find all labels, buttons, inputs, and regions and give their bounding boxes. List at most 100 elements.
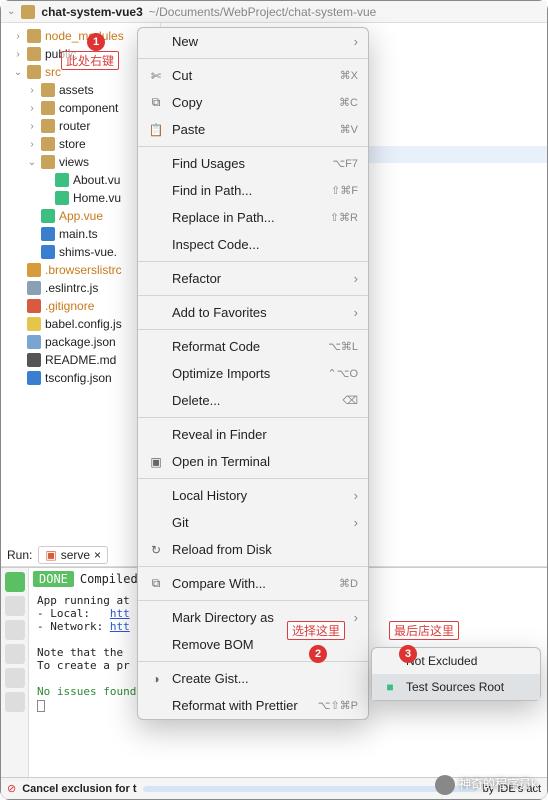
menu-item[interactable]: 📋Paste⌘V [138,116,368,143]
menu-item[interactable]: ✄Cut⌘X [138,62,368,89]
run-trash-icon[interactable] [5,692,25,712]
tree-item-label: .browserslistrc [45,263,122,277]
menu-item[interactable]: New › [138,28,368,55]
run-print-icon[interactable] [5,668,25,688]
breadcrumb: ⌄ chat-system-vue3 ~/Documents/WebProjec… [1,1,547,23]
terminal-cursor [37,700,45,712]
tree-item-label: .gitignore [45,299,94,313]
run-scroll-icon[interactable] [5,644,25,664]
menu-item-label: Find Usages [172,156,324,171]
menu-item-label: New [172,34,346,49]
menu-item[interactable]: Add to Favorites› [138,299,368,326]
file-icon [27,263,41,277]
menu-item[interactable]: Inspect Code... [138,231,368,258]
menu-item-label: Find in Path... [172,183,323,198]
run-side-toolbar[interactable] [1,568,29,781]
menu-item-shortcut: ⌥⇧⌘P [318,699,358,712]
submenu-item[interactable]: ■Test Sources Root [372,674,540,700]
menu-item[interactable]: ⧉Copy⌘C [138,89,368,116]
menu-item-icon: ◑ [148,672,164,686]
menu-item[interactable]: Optimize Imports⌃⌥O [138,360,368,387]
run-filter-icon[interactable] [5,620,25,640]
file-icon [27,353,41,367]
chevron-icon[interactable]: ⌄ [27,157,37,168]
tree-item-label: .eslintrc.js [45,281,98,295]
menu-item-icon: ↻ [148,543,164,557]
file-icon [27,299,41,313]
menu-item[interactable]: Git› [138,509,368,536]
menu-item[interactable]: Reformat with Prettier⌥⇧⌘P [138,692,368,719]
tree-item-label: package.json [45,335,116,349]
menu-item[interactable]: Find in Path... ⇧⌘F [138,177,368,204]
menu-item[interactable]: ▣Open in Terminal [138,448,368,475]
file-icon [41,137,55,151]
menu-item-label: Reveal in Finder [172,427,358,442]
menu-item[interactable]: Find Usages⌥F7 [138,150,368,177]
menu-item[interactable]: Reveal in Finder [138,421,368,448]
chevron-icon[interactable]: › [27,139,37,150]
tree-item-label: views [59,155,89,169]
menu-item-shortcut: ⇧⌘R [330,211,358,224]
tree-item-label: router [59,119,90,133]
submenu-arrow-icon: › [354,488,358,503]
chevron-icon[interactable]: › [27,103,37,114]
menu-item[interactable]: Refactor › [138,265,368,292]
close-icon[interactable]: × [94,548,101,562]
menu-item-label: Replace in Path... [172,210,322,225]
menu-item-label: Git [172,515,346,530]
network-url-link[interactable]: htt [110,620,130,633]
context-menu[interactable]: New›✄Cut⌘X⧉Copy⌘C📋Paste⌘VFind Usages⌥F7F… [137,27,369,720]
file-icon [27,65,41,79]
menu-item[interactable]: ↻Reload from Disk [138,536,368,563]
file-icon [41,119,55,133]
local-url-link[interactable]: htt [110,607,130,620]
submenu-item[interactable]: Not Excluded [372,648,540,674]
chevron-icon[interactable]: › [27,85,37,96]
tree-item-label: shims-vue. [59,245,117,259]
menu-item-shortcut: ⌃⌥O [328,367,358,380]
avatar-icon [435,775,455,795]
annotation-3-badge: 3 [399,645,417,663]
run-stop-icon[interactable] [5,596,25,616]
menu-item-shortcut: ⌘D [339,577,358,590]
cancel-exclusion[interactable]: Cancel exclusion for t [22,783,136,795]
menu-item-label: Local History [172,488,346,503]
submenu-item-label: Not Excluded [406,654,530,668]
watermark: 神奇的程序员k [435,775,537,795]
menu-item-icon: ⧉ [148,576,164,591]
annotation-3-label: 最后店这里 [389,621,459,640]
menu-item-shortcut: ⌘C [339,96,358,109]
menu-item[interactable]: Replace in Path... ⇧⌘R [138,204,368,231]
mark-directory-submenu[interactable]: Not Excluded ■Test Sources Root [371,647,541,701]
tree-item-label: About.vu [73,173,120,187]
chevron-down-icon[interactable]: ⌄ [7,6,15,17]
menu-item[interactable]: ⧉Compare With...⌘D [138,570,368,597]
file-icon [27,29,41,43]
menu-item[interactable]: ◑Create Gist... [138,665,368,692]
submenu-arrow-icon: › [354,34,358,49]
file-icon [41,227,55,241]
tree-item-label: tsconfig.json [45,371,112,385]
file-icon [55,191,69,205]
chevron-icon[interactable]: › [13,31,23,42]
menu-item-label: Open in Terminal [172,454,358,469]
file-icon [41,155,55,169]
tree-item-label: babel.config.js [45,317,122,331]
menu-item[interactable]: Local History › [138,482,368,509]
menu-item[interactable]: Delete...⌫ [138,387,368,414]
annotation-2-badge: 2 [309,645,327,663]
chevron-icon[interactable]: › [27,121,37,132]
run-play-icon[interactable] [5,572,25,592]
chevron-icon[interactable]: ⌄ [13,67,23,78]
run-config-tab[interactable]: ▣ serve × [38,546,108,564]
tree-item-label: assets [59,83,94,97]
menu-item-shortcut: ⇧⌘F [331,184,358,197]
file-icon [41,101,55,115]
file-icon [27,371,41,385]
menu-item-label: Refactor [172,271,346,286]
menu-item[interactable]: Reformat Code⌥⌘L [138,333,368,360]
annotation-2-label: 选择这里 [287,621,345,640]
chevron-icon[interactable]: › [13,49,23,60]
menu-item-icon: 📋 [148,123,164,137]
submenu-arrow-icon: › [354,271,358,286]
